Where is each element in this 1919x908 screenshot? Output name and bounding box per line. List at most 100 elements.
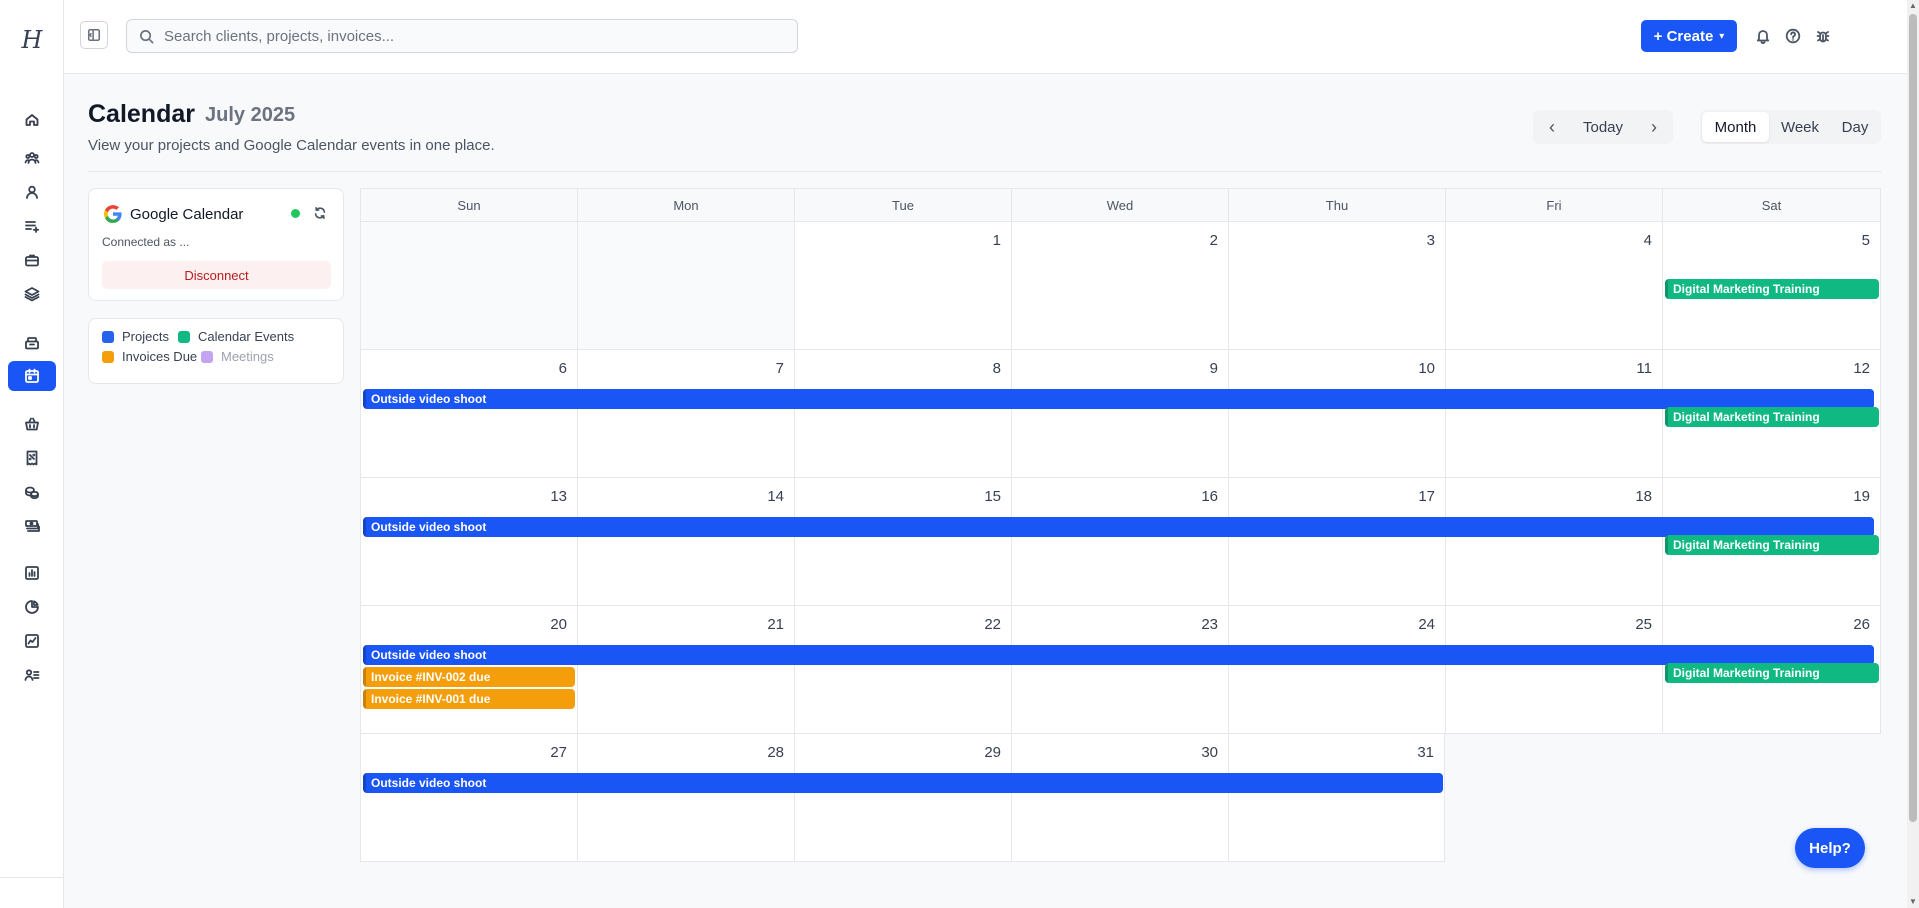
calendar-event[interactable]: Digital Marketing Training: [1665, 407, 1879, 427]
report-icon: [25, 634, 39, 648]
rail-layers-button[interactable]: [8, 279, 56, 309]
day-number: 17: [1418, 488, 1435, 505]
help-circle-icon[interactable]: [1783, 26, 1803, 46]
day-cell[interactable]: 31: [1228, 734, 1445, 862]
rail-clients-button[interactable]: [8, 143, 56, 173]
day-cell[interactable]: 6: [360, 350, 577, 478]
day-cell[interactable]: 18: [1445, 478, 1662, 606]
day-number: 20: [550, 616, 567, 633]
project-event[interactable]: Outside video shoot: [363, 517, 1874, 537]
weekday-sat: Sat: [1662, 188, 1881, 222]
invoice-event[interactable]: Invoice #INV-002 due: [363, 667, 575, 687]
day-cell[interactable]: 7: [577, 350, 794, 478]
day-cell[interactable]: 10: [1228, 350, 1445, 478]
rail-pie-chart-button[interactable]: [8, 592, 56, 622]
search-input[interactable]: [164, 27, 764, 45]
view-week-button[interactable]: Week: [1769, 112, 1831, 142]
day-number: 26: [1853, 616, 1870, 633]
rail-home-button[interactable]: [8, 105, 56, 135]
disconnect-button[interactable]: Disconnect: [102, 261, 331, 289]
view-day-button[interactable]: Day: [1831, 112, 1879, 142]
day-number: 16: [1201, 488, 1218, 505]
left-rail: H: [0, 0, 64, 908]
calendar-event[interactable]: Digital Marketing Training: [1665, 535, 1879, 555]
coins-icon: [25, 486, 39, 500]
day-cell[interactable]: 13: [360, 478, 577, 606]
bell-icon[interactable]: [1753, 26, 1773, 46]
day-number: 31: [1417, 744, 1434, 761]
rail-list-add-button[interactable]: [8, 211, 56, 241]
day-cell[interactable]: 27: [360, 734, 577, 862]
project-event[interactable]: Outside video shoot: [363, 389, 1874, 409]
rail-calendar-button[interactable]: [8, 361, 56, 391]
day-cell[interactable]: 14: [577, 478, 794, 606]
app-logo[interactable]: H: [16, 26, 48, 56]
today-button[interactable]: Today: [1568, 110, 1638, 144]
money-stack-icon: [25, 520, 40, 532]
project-event[interactable]: Outside video shoot: [363, 645, 1874, 665]
sync-icon[interactable]: [311, 204, 329, 222]
day-cell[interactable]: 25: [1445, 606, 1662, 734]
day-cell[interactable]: 9: [1011, 350, 1228, 478]
scroll-thumb[interactable]: [1909, 14, 1917, 822]
day-cell[interactable]: 29: [794, 734, 1011, 862]
search-icon: [139, 29, 154, 44]
rail-archive-button[interactable]: [8, 328, 56, 358]
day-cell[interactable]: 16: [1011, 478, 1228, 606]
rail-basket-button[interactable]: [8, 409, 56, 439]
day-cell[interactable]: 17: [1228, 478, 1445, 606]
day-cell[interactable]: 30: [1011, 734, 1228, 862]
day-cell[interactable]: 11: [1445, 350, 1662, 478]
rail-coins-button[interactable]: [8, 477, 56, 507]
rail-briefcase-button[interactable]: [8, 245, 56, 275]
basket-icon: [25, 417, 39, 431]
next-month-button[interactable]: ›: [1639, 110, 1669, 144]
top-bar: + Create ▾ AH: [64, 0, 1919, 74]
scroll-down-icon[interactable]: ▼: [1907, 896, 1919, 908]
day-cell[interactable]: 23: [1011, 606, 1228, 734]
day-number: 7: [775, 360, 784, 377]
day-cell[interactable]: 8: [794, 350, 1011, 478]
day-cell[interactable]: 15: [794, 478, 1011, 606]
day-number: 4: [1643, 232, 1652, 249]
day-number: 19: [1853, 488, 1870, 505]
rail-user-button[interactable]: [8, 177, 56, 207]
day-number: 18: [1635, 488, 1652, 505]
sidebar-toggle-button[interactable]: [80, 21, 108, 49]
day-cell[interactable]: 21: [577, 606, 794, 734]
rail-receipt-button[interactable]: [8, 443, 56, 473]
legend-label: Projects: [122, 329, 169, 344]
scroll-up-icon[interactable]: ▲: [1907, 0, 1919, 12]
day-cell[interactable]: 24: [1228, 606, 1445, 734]
briefcase-icon: [25, 254, 39, 267]
day-cell[interactable]: 22: [794, 606, 1011, 734]
calendar-event[interactable]: Digital Marketing Training: [1665, 279, 1879, 299]
view-month-button[interactable]: Month: [1702, 112, 1769, 142]
weekday-header: Sun Mon Tue Wed Thu Fri Sat: [360, 188, 1881, 222]
chevron-left-icon: ‹: [1549, 116, 1555, 137]
create-button[interactable]: + Create ▾: [1641, 20, 1737, 52]
day-cell[interactable]: 4: [1445, 222, 1662, 350]
rail-money-stack-button[interactable]: [8, 511, 56, 541]
bug-icon[interactable]: [1813, 26, 1833, 46]
page-scrollbar[interactable]: ▲ ▼: [1907, 0, 1919, 908]
rail-report-button[interactable]: [8, 626, 56, 656]
legend-label: Meetings: [221, 349, 274, 364]
date-navigation: ‹ Today ›: [1533, 110, 1673, 144]
day-number: 14: [767, 488, 784, 505]
day-cell[interactable]: 2: [1011, 222, 1228, 350]
legend-swatch: [102, 330, 114, 343]
prev-month-button[interactable]: ‹: [1537, 110, 1567, 144]
rail-bar-chart-button[interactable]: [8, 558, 56, 588]
help-button[interactable]: Help?: [1795, 828, 1865, 868]
day-cell[interactable]: 3: [1228, 222, 1445, 350]
day-cell[interactable]: 28: [577, 734, 794, 862]
calendar-event[interactable]: Digital Marketing Training: [1665, 663, 1879, 683]
invoice-event[interactable]: Invoice #INV-001 due: [363, 689, 575, 709]
project-event[interactable]: Outside video shoot: [363, 773, 1443, 793]
calendar-icon: [25, 368, 39, 383]
header-divider: [88, 171, 1881, 172]
weekday-wed: Wed: [1011, 188, 1228, 222]
rail-team-list-button[interactable]: [8, 660, 56, 690]
day-cell[interactable]: 1: [794, 222, 1011, 350]
